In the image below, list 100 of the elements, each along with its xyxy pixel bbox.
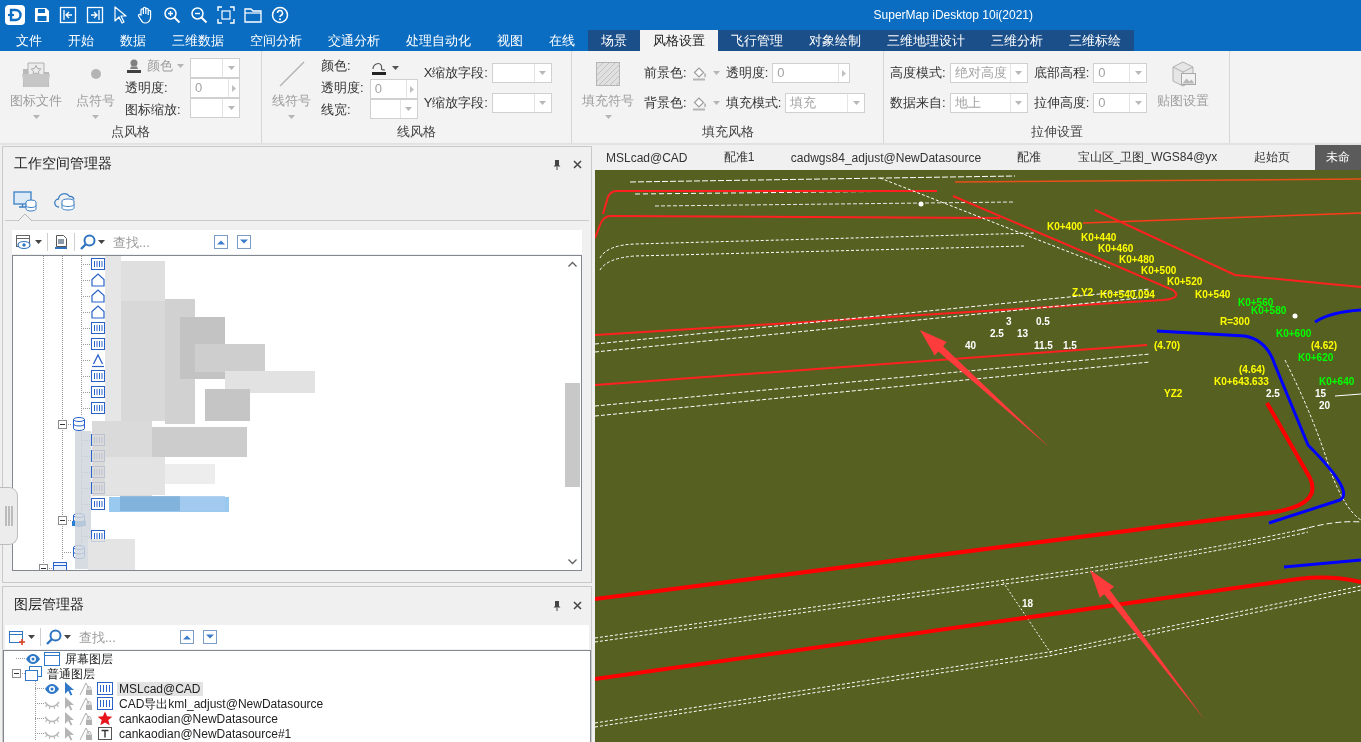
menu-tab[interactable]: 飞行管理 (718, 30, 796, 51)
eye-icon[interactable] (44, 682, 60, 695)
pin-icon[interactable] (553, 599, 561, 611)
document-tab[interactable]: 起始页 (1242, 145, 1301, 170)
menu-tab[interactable]: 场景 (588, 30, 640, 51)
window-plus-icon (8, 628, 26, 646)
window-title: SuperMap iDesktop 10i(2021) (873, 8, 1033, 22)
map-label: 20 (1319, 399, 1331, 411)
folder-icon[interactable] (244, 7, 262, 23)
box-arrow-left-icon[interactable] (59, 6, 77, 24)
menu-tab[interactable]: 视图 (484, 30, 536, 51)
eye-icon[interactable] (25, 652, 41, 665)
menu-tab[interactable]: 空间分析 (237, 30, 315, 51)
menu-tab[interactable]: 三维分析 (978, 30, 1056, 51)
menu-tab[interactable]: 三维地理设计 (874, 30, 978, 51)
menu-tab[interactable]: 在线 (536, 30, 588, 51)
house-outline-icon[interactable] (90, 288, 106, 304)
box-arrow-right-icon[interactable] (86, 6, 104, 24)
save-icon[interactable] (34, 7, 50, 23)
map-label: (4.64) (1239, 363, 1266, 375)
layer-name[interactable]: MSLcad@CAD (117, 681, 203, 696)
striped-box-icon[interactable] (90, 384, 106, 400)
document-tab[interactable]: 配准1 (712, 145, 766, 170)
panel-title: 图层管理器 (14, 596, 84, 614)
striped-box-icon (96, 681, 114, 696)
arrow-down-icon[interactable] (203, 630, 217, 644)
search-field[interactable]: 查找... (79, 627, 171, 647)
menu-tab[interactable]: 对象绘制 (796, 30, 874, 51)
caret-icon (1015, 71, 1023, 75)
layer-name[interactable]: 普通图层 (45, 666, 97, 681)
menu-tab[interactable]: 处理自动化 (393, 30, 484, 51)
pin-icon[interactable] (553, 158, 561, 170)
caret-icon (539, 71, 547, 75)
menu-tab[interactable]: 风格设置 (640, 30, 718, 51)
layer-name[interactable]: cankaodian@NewDatasource#1 (117, 726, 294, 741)
caret-icon (98, 240, 105, 244)
document-icon[interactable] (53, 234, 69, 250)
field-label: Y缩放字段: (423, 94, 488, 112)
striped-box-icon[interactable] (90, 256, 106, 272)
collapse-icon[interactable] (11, 669, 21, 678)
pointer-icon[interactable] (63, 681, 75, 696)
caret-icon (28, 635, 35, 639)
document-tab[interactable]: cadwgs84_adjust@NewDatasource (779, 145, 993, 170)
map-label: K0+540.094 (1100, 288, 1155, 300)
striped-box-icon[interactable] (90, 320, 106, 336)
document-tab[interactable]: 未命 (1314, 145, 1361, 170)
menu-tab[interactable]: 文件 (3, 30, 55, 51)
striped-box-icon[interactable] (90, 400, 106, 416)
field-label: 填充模式: (725, 94, 782, 112)
curb-line (1314, 308, 1361, 324)
stacked-windows-icon (25, 666, 42, 681)
pointer-icon[interactable] (113, 6, 127, 24)
full-extent-icon[interactable] (217, 6, 235, 24)
search-field[interactable]: 查找... (113, 232, 205, 252)
document-tab[interactable]: 宝山区_卫图_WGS84@yx (1066, 145, 1229, 170)
layer-name[interactable]: 屏幕图层 (63, 651, 115, 666)
menu-tab[interactable]: 三维数据 (159, 30, 237, 51)
arrow-down-icon[interactable] (237, 235, 251, 249)
striped-box-icon[interactable] (90, 336, 106, 352)
database-icon[interactable] (71, 416, 87, 432)
help-icon[interactable] (271, 6, 289, 24)
menu-tab[interactable]: 交通分析 (315, 30, 393, 51)
paint-bucket-icon (690, 65, 709, 81)
caret-icon (712, 101, 720, 105)
scrollbar-thumb[interactable] (565, 383, 580, 487)
map-label: K0+480 (1119, 253, 1155, 265)
close-icon[interactable] (573, 159, 582, 169)
menu-tab[interactable]: 三维标绘 (1056, 30, 1134, 51)
caret-icon (539, 101, 547, 105)
striped-box-icon[interactable] (90, 368, 106, 384)
map-label: 2.5 (990, 327, 1004, 339)
house-outline-icon[interactable] (90, 272, 106, 288)
layer-name[interactable]: cankaodian@NewDatasource (117, 711, 280, 726)
menu-tab[interactable]: 数据 (107, 30, 159, 51)
zoom-out-icon[interactable] (190, 6, 208, 24)
document-tab[interactable]: 配准 (1006, 145, 1053, 170)
dot-icon (90, 69, 101, 79)
map-label: K0+640 (1319, 375, 1355, 387)
close-icon[interactable] (573, 600, 582, 610)
striped-box-icon[interactable] (90, 496, 106, 512)
field-label: 数据来自: (890, 94, 946, 112)
hand-icon[interactable] (136, 6, 154, 24)
collapse-icon[interactable] (57, 515, 67, 525)
map-label: K0+400 (1047, 220, 1083, 232)
layer-name[interactable]: CAD导出kml_adjust@NewDatasource (117, 696, 326, 711)
panel-title: 工作空间管理器 (14, 155, 112, 173)
app-logo-icon[interactable] (5, 5, 25, 25)
caret-icon (1015, 101, 1023, 105)
document-tab[interactable]: MSLcad@CAD (595, 145, 699, 170)
collapse-icon[interactable] (38, 563, 48, 570)
collapse-icon[interactable] (57, 419, 67, 429)
zoom-in-icon[interactable] (163, 6, 181, 24)
caret-icon (1134, 71, 1142, 75)
peak-line-icon[interactable] (90, 352, 106, 368)
arrow-up-icon[interactable] (214, 235, 228, 249)
collapse-handle[interactable] (0, 487, 18, 545)
house-outline-icon[interactable] (90, 304, 106, 320)
search-icon (80, 234, 96, 250)
menu-tab[interactable]: 开始 (55, 30, 107, 51)
arrow-up-icon[interactable] (180, 630, 194, 644)
